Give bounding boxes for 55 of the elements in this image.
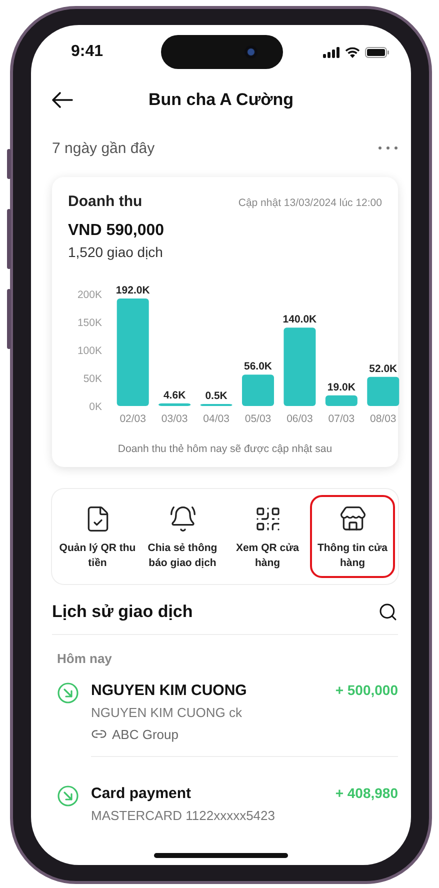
arrow-circle-icon <box>57 682 79 704</box>
more-icon[interactable] <box>378 146 398 150</box>
back-button[interactable] <box>51 91 73 109</box>
bar-value-label: 19.0K <box>327 381 356 394</box>
updated-time: Cập nhật 13/03/2024 lúc 12:00 <box>238 197 382 209</box>
axis-tick-label: 200K <box>77 289 102 301</box>
axis-tick-label: 50K <box>83 373 102 385</box>
battery-icon <box>365 46 389 58</box>
axis-category-label: 03/03 <box>161 413 188 425</box>
axis-tick-label: 0K <box>89 401 102 413</box>
date-label: Hôm nay <box>57 651 113 666</box>
bar-value-label: 140.0K <box>282 314 317 326</box>
period-selector[interactable]: 7 ngày gần đây <box>52 140 155 156</box>
axis-tick-label: 100K <box>77 345 102 357</box>
axis-category-label: 08/03 <box>370 413 396 425</box>
bar-value-label: 4.6K <box>163 389 186 402</box>
chart-note: Doanh thu thẻ hôm nay sẽ được cập nhật sau <box>116 443 334 455</box>
qr-code-icon <box>254 505 282 533</box>
group-name: ABC Group <box>112 726 178 742</box>
card-title: Doanh thu <box>68 193 142 210</box>
axis-category-label: 05/03 <box>244 413 272 425</box>
transaction-name[interactable]: NGUYEN KIM CUONG <box>91 682 247 700</box>
action-button[interactable]: Chia sẻ thông báo giao dịch <box>140 495 225 578</box>
action-button[interactable]: Thông tin cửa hàng <box>310 495 395 578</box>
wifi-icon <box>345 46 360 58</box>
search-button[interactable] <box>378 602 398 622</box>
chart-bar <box>242 374 274 406</box>
axis-category-label: 04/03 <box>203 413 230 425</box>
axis-category-label: 02/03 <box>120 413 146 425</box>
transaction-description: MASTERCARD 1122xxxxx5423 <box>91 808 276 824</box>
section-title: Lịch sử giao dịch <box>52 602 193 622</box>
action-button[interactable]: Xem QR cửa hàng <box>225 495 310 578</box>
bar-value-label: 56.0K <box>244 360 272 373</box>
revenue-total: VND 590,000 <box>68 222 166 240</box>
axis-category-label: 07/03 <box>328 413 355 425</box>
transaction-amount: + 500,000 <box>335 682 398 698</box>
status-time: 9:41 <box>71 43 104 61</box>
bar-value-label: 0.5K <box>205 390 228 402</box>
page-title: Bun cha A Cường <box>148 90 294 110</box>
transaction-amount: + 408,980 <box>335 785 398 802</box>
bell-icon <box>168 505 196 533</box>
axis-category-label: 06/03 <box>286 413 313 425</box>
action-button[interactable]: Quản lý QR thu tiền <box>55 495 140 578</box>
chart-bar <box>158 403 191 406</box>
bar-value-label: 192.0K <box>116 284 150 296</box>
arrow-circle-icon <box>57 785 79 808</box>
bar-value-label: 52.0K <box>369 362 398 375</box>
store-icon <box>338 505 366 533</box>
chart-bar <box>367 376 400 406</box>
signal-icon <box>323 46 340 58</box>
transaction-name[interactable]: Card payment <box>91 785 192 802</box>
transaction-count: 1,520 giao dịch <box>68 244 164 260</box>
axis-tick-label: 150K <box>77 317 102 329</box>
chart-bar <box>325 395 358 406</box>
transaction-description: NGUYEN KIM CUONG ck <box>91 705 243 720</box>
